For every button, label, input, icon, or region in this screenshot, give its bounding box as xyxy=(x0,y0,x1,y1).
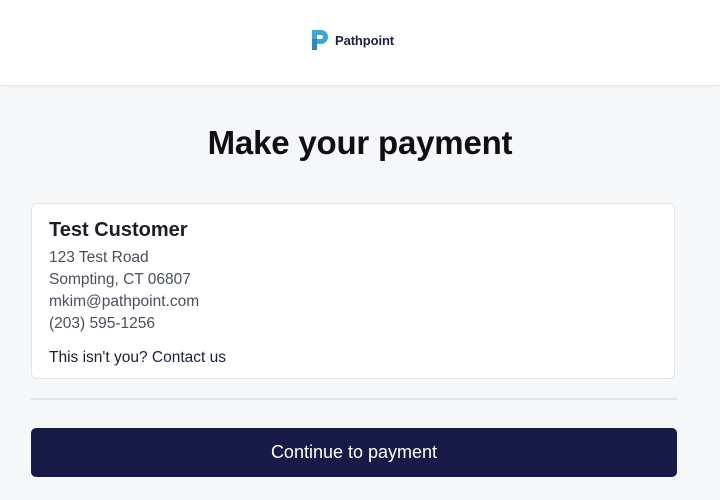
address-line-1: 123 Test Road xyxy=(49,249,149,266)
page-title: Make your payment xyxy=(207,124,513,161)
customer-name: Test Customer xyxy=(49,219,188,241)
customer-email: mkim@pathpoint.com xyxy=(49,293,200,310)
brand-name: Pathpoint xyxy=(335,32,395,48)
top-header: Pathpoint xyxy=(0,0,720,86)
continue-to-payment-button[interactable]: Continue to payment xyxy=(31,428,677,477)
address-line-2: Sompting, CT 06807 xyxy=(49,271,191,288)
customer-phone: (203) 595-1256 xyxy=(49,315,155,332)
contact-us-link[interactable]: Contact us xyxy=(152,349,226,366)
customer-card: Test Customer 123 Test Road Sompting, CT… xyxy=(31,203,675,379)
brand[interactable]: Pathpoint xyxy=(310,28,394,52)
divider xyxy=(31,398,677,400)
not-you-text: This isn't you? xyxy=(49,349,152,366)
pathpoint-logo-icon xyxy=(312,30,328,50)
not-you-row: This isn't you? Contact us xyxy=(49,349,226,367)
